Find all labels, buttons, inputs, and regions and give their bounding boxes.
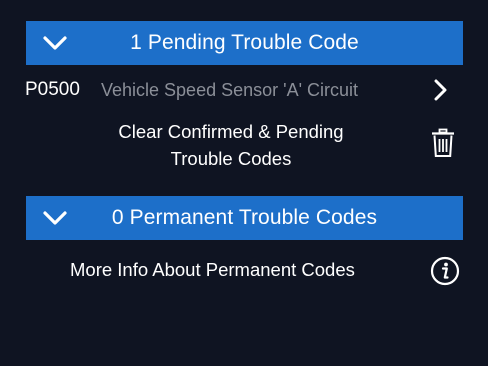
clear-codes-label-line2: Trouble Codes [170,148,292,169]
permanent-codes-header[interactable]: 0 Permanent Trouble Codes [26,196,463,240]
clear-codes-label-line1: Clear Confirmed & Pending [118,121,344,142]
trouble-code-description: Vehicle Speed Sensor 'A' Circuit [101,79,359,100]
trouble-code-id: P0500 [25,79,80,100]
clear-codes-label: Clear Confirmed & Pending Trouble Codes [90,118,372,172]
permanent-codes-title: 0 Permanent Trouble Codes [111,206,378,229]
chevron-down-icon [43,211,67,225]
clear-codes-action[interactable]: Clear Confirmed & Pending Trouble Codes [0,118,488,174]
trash-icon[interactable] [431,128,455,158]
trouble-code-row[interactable]: P0500 Vehicle Speed Sensor 'A' Circuit [0,70,488,110]
pending-codes-title: 1 Pending Trouble Code [130,31,359,54]
chevron-right-icon[interactable] [429,79,451,101]
pending-codes-header[interactable]: 1 Pending Trouble Code [26,21,463,65]
chevron-down-icon [43,36,67,50]
info-icon[interactable] [430,256,460,286]
more-info-label: More Info About Permanent Codes [70,259,355,280]
trouble-codes-screen: 1 Pending Trouble Code P0500 Vehicle Spe… [0,0,488,366]
more-info-action[interactable]: More Info About Permanent Codes [0,252,488,290]
